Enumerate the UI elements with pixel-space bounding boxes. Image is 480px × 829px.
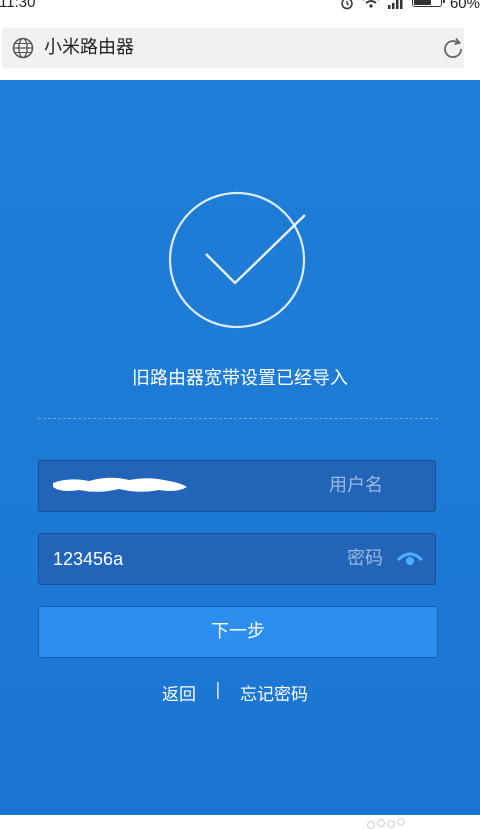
bottom-strip	[0, 815, 480, 829]
forgot-password-link[interactable]: 忘记密码	[240, 680, 308, 705]
success-check-icon	[168, 191, 306, 329]
alarm-icon	[341, 0, 353, 10]
redacted-username	[53, 477, 187, 492]
battery-icon	[411, 0, 445, 7]
address-field[interactable]: 小米路由器	[2, 28, 464, 68]
router-setup-panel: 旧路由器宽带设置已经导入 用户名 123456a 密码 下一步 返回 | 忘记密…	[0, 80, 480, 815]
browser-address-bar: 小米路由器	[0, 22, 480, 78]
username-label: 用户名	[329, 475, 383, 496]
status-time: 11:30	[0, 0, 36, 11]
password-label: 密码	[347, 548, 383, 569]
username-field[interactable]: 用户名	[38, 460, 436, 512]
signal-icon	[387, 0, 403, 9]
password-field[interactable]: 123456a 密码	[38, 533, 436, 585]
back-link[interactable]: 返回	[162, 680, 196, 705]
status-icons: 60%	[340, 0, 480, 12]
eye-icon[interactable]	[397, 551, 423, 567]
link-separator: |	[215, 680, 221, 700]
wifi-icon	[362, 0, 379, 8]
password-value: 123456a	[53, 549, 124, 569]
success-message: 旧路由器宽带设置已经导入	[132, 368, 348, 389]
bottom-links: 返回 | 忘记密码	[0, 680, 480, 705]
divider	[38, 418, 438, 419]
refresh-icon[interactable]	[440, 36, 466, 62]
next-button[interactable]: 下一步	[38, 606, 438, 658]
battery-percent: 60%	[449, 0, 480, 12]
status-bar: 11:30 60%	[0, 0, 480, 12]
globe-icon	[12, 37, 34, 59]
page-title: 小米路由器	[44, 37, 134, 58]
watermark-icon	[366, 818, 405, 829]
